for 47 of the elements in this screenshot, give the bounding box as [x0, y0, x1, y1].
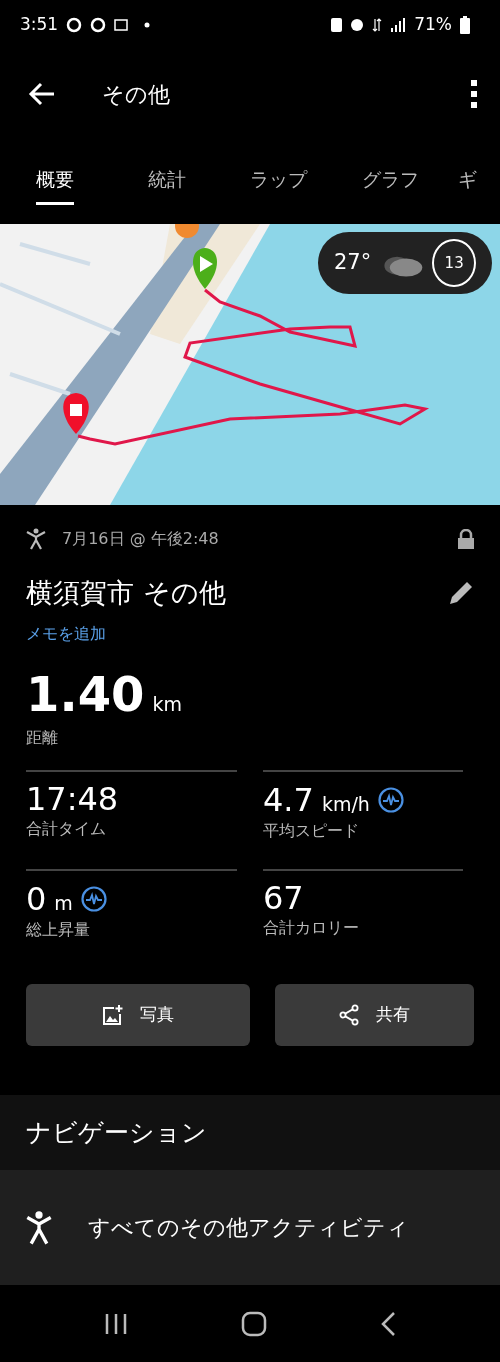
tab[interactable]: ギ [458, 160, 477, 210]
section-heading: ナビゲーション [26, 1116, 207, 1149]
person-icon [26, 528, 46, 550]
photo-button[interactable]: 写真 [26, 984, 250, 1046]
clock-time: 3:51 [20, 13, 59, 37]
wind-indicator: 13 [432, 239, 476, 287]
battery-percentage: 71% [414, 13, 452, 37]
stat-label: 総上昇量 [26, 918, 91, 941]
navigation-item[interactable]: すべてのその他アクティビティ [0, 1170, 500, 1285]
stat-value: 67 [263, 881, 304, 917]
dot-icon [144, 22, 151, 28]
distance-label: 距離 [26, 727, 59, 749]
person-icon [26, 1210, 52, 1245]
stat-value: 17:48 [26, 782, 119, 818]
add-note-link[interactable]: メモを追加 [26, 621, 106, 646]
back-icon[interactable] [379, 1310, 396, 1337]
temperature: 27° [334, 249, 372, 277]
distance-value: 1.40 [26, 669, 145, 718]
home-icon[interactable] [241, 1310, 267, 1337]
screen-title: その他 [102, 80, 170, 109]
lock-icon [458, 529, 474, 549]
share-button[interactable]: 共有 [274, 984, 474, 1046]
add-photo-icon [101, 1004, 124, 1026]
tab[interactable]: ラップ [250, 160, 307, 210]
activity-title: 横須賀市 その他 [26, 576, 226, 610]
stat-label: 合計カロリー [263, 917, 360, 940]
share-icon [338, 1004, 361, 1026]
stat-label: 合計タイム [26, 818, 107, 841]
pulse-icon[interactable] [80, 886, 107, 913]
pencil-icon[interactable] [448, 580, 474, 607]
recent-apps-icon[interactable] [104, 1312, 129, 1335]
pulse-icon[interactable] [377, 787, 404, 814]
battery-icon [460, 16, 470, 34]
stat-label: 平均スピード [263, 819, 360, 842]
tab[interactable]: 統計 [148, 160, 186, 210]
data-arrows-icon [372, 18, 383, 32]
distance-unit: km [152, 691, 182, 717]
back-arrow-icon[interactable] [28, 82, 56, 106]
stat-value: 4.7 [263, 782, 314, 818]
tab[interactable]: 概要 [36, 160, 74, 210]
activity-date: 7月16日 @ 午後2:48 [62, 528, 219, 550]
stat-unit: km/h [321, 792, 370, 817]
tab[interactable]: グラフ [362, 160, 419, 210]
signal-icon [390, 17, 407, 33]
more-options-icon[interactable] [470, 80, 478, 108]
stat-unit: m [54, 891, 73, 916]
stat-value: 0 [26, 881, 47, 917]
